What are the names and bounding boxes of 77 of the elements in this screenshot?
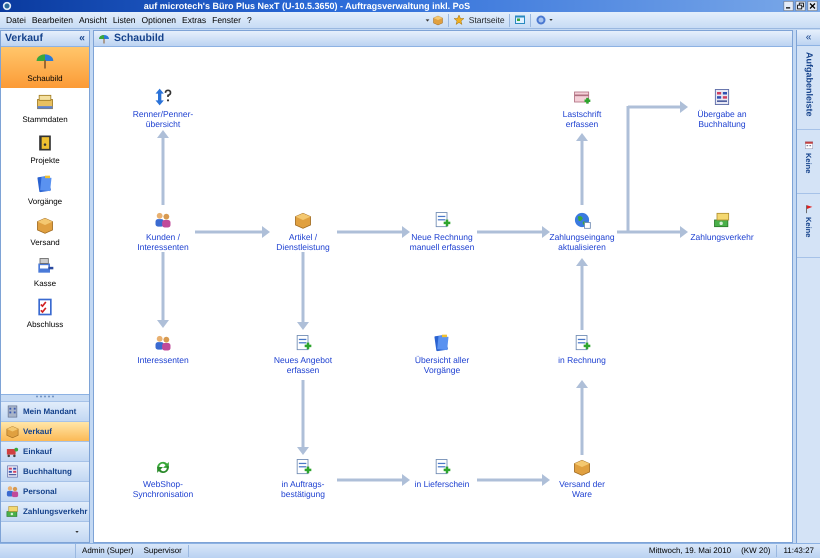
section-button[interactable]: Verkauf — [1, 421, 89, 441]
home-button[interactable]: Startseite — [452, 14, 505, 26]
building-icon — [5, 404, 20, 419]
menu-item[interactable]: Listen — [110, 14, 139, 26]
arrows-icon[interactable] — [153, 87, 173, 107]
globe-icon[interactable] — [572, 210, 592, 230]
arrow — [628, 226, 688, 238]
ledger-icon[interactable] — [712, 87, 732, 107]
flag-icon — [804, 204, 814, 214]
panel-title: Verkauf — [5, 30, 43, 46]
sidebar-item[interactable]: Versand — [1, 211, 89, 252]
diagram-link[interactable]: Renner/Penner- übersicht — [132, 109, 194, 129]
menu-item[interactable]: Bearbeiten — [28, 14, 76, 26]
diagram-link[interactable]: WebShop- Synchronisation — [132, 479, 194, 499]
menu-item[interactable]: ? — [244, 14, 255, 26]
menu-item[interactable]: Ansicht — [76, 14, 110, 26]
status-week: (KW 20) — [735, 545, 778, 557]
people-icon[interactable] — [153, 333, 173, 353]
diagram-link[interactable]: Interessenten — [137, 355, 189, 365]
star-icon — [452, 14, 465, 26]
diagram-link[interactable]: in Rechnung — [558, 355, 606, 365]
minimize-icon[interactable] — [783, 1, 794, 11]
diagram-link[interactable]: Zahlungsverkehr — [690, 232, 754, 242]
close-icon[interactable] — [807, 1, 818, 11]
diagram-link[interactable]: Neue Rechnung manuell erfassen — [410, 232, 474, 252]
status-text: Admin (Super) — [81, 545, 135, 557]
status-text: Supervisor — [138, 545, 189, 557]
money-icon[interactable] — [712, 210, 732, 230]
taskbar-title: Aufgabenleiste — [803, 52, 816, 117]
box-icon[interactable] — [293, 210, 313, 230]
people-icon[interactable] — [153, 210, 173, 230]
umbrella-icon — [98, 32, 110, 44]
menu-item[interactable]: Fenster — [209, 14, 244, 26]
diagram-link[interactable]: Übersicht aller Vorgänge — [414, 355, 470, 375]
splitter-grip-icon[interactable] — [35, 395, 55, 398]
panel-title: Schaubild — [114, 30, 164, 46]
sidebar-item[interactable]: Kasse — [1, 252, 89, 293]
menu-item[interactable]: Datei — [3, 14, 29, 26]
ledger-icon — [5, 464, 20, 479]
menu-item[interactable]: Optionen — [138, 14, 180, 26]
help-icon[interactable] — [534, 14, 547, 26]
diagram-link[interactable]: in Auftrags- bestätigung — [281, 479, 325, 499]
diagram-link[interactable]: in Lieferschein — [414, 479, 470, 489]
diagram-link[interactable]: Zahlungseingang aktualisieren — [549, 232, 615, 252]
status-time: 11:43:27 — [782, 545, 815, 557]
collapse-button[interactable]: « — [797, 30, 820, 46]
window-title: auf microtech's Büro Plus NexT (U-10.5.3650) - Auftragsverwaltung inkl. PoS — [142, 0, 472, 12]
arrow — [576, 258, 588, 330]
collapse-button[interactable]: « — [79, 30, 85, 46]
diagram-link[interactable]: Neues Angebot erfassen — [274, 355, 332, 375]
section-button[interactable]: Zahlungsverkehr — [1, 501, 89, 521]
sidebar-item[interactable]: Stammdaten — [1, 88, 89, 129]
arrow — [628, 101, 688, 113]
sidebar-item[interactable]: Vorgänge — [1, 170, 89, 211]
diagram-link[interactable]: Übergabe an Buchhaltung — [697, 109, 747, 129]
app-icon — [2, 1, 12, 11]
sidebar-item[interactable]: Abschluss — [1, 293, 89, 334]
box-icon[interactable] — [572, 457, 592, 477]
menu-item[interactable]: Extras — [179, 14, 210, 26]
section-button[interactable]: Buchhaltung — [1, 461, 89, 481]
restore-icon[interactable] — [795, 1, 806, 11]
diagram-link[interactable]: Artikel / Dienstleistung — [276, 232, 330, 252]
status-date: Mittwoch, 19. Mai 2010 — [648, 545, 732, 557]
diagram-link[interactable]: Kunden / Interessenten — [137, 232, 189, 252]
section-button[interactable]: Personal — [1, 481, 89, 501]
people-icon — [5, 484, 20, 499]
money-icon — [5, 504, 20, 519]
window-icon[interactable] — [514, 14, 526, 26]
section-button[interactable]: Mein Mandant — [1, 401, 89, 421]
arrow — [576, 133, 588, 205]
sidebar-item[interactable]: Projekte — [1, 129, 89, 170]
diagram-link[interactable]: Lastschrift erfassen — [562, 109, 602, 129]
section-button[interactable]: Einkauf — [1, 441, 89, 461]
diagram-link[interactable]: Versand der Ware — [559, 479, 605, 499]
calendar-icon — [804, 140, 814, 150]
box-icon — [5, 424, 20, 439]
sidebar-item[interactable]: Schaubild — [1, 47, 89, 88]
